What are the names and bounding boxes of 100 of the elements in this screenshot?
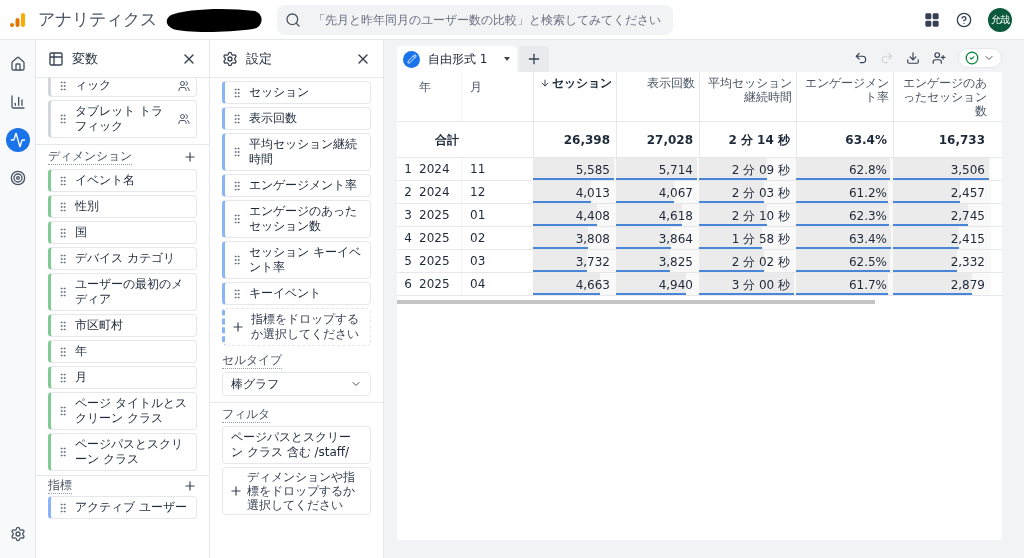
chip-label: 表示回数 [249,111,298,126]
drag-handle-icon[interactable] [57,113,69,125]
variable-chip[interactable]: ユーザーの最初のメディア [48,273,197,311]
drag-handle-icon[interactable] [57,252,69,265]
table-cell-text: 2024 [419,184,451,201]
variable-chip[interactable]: 国 [48,221,197,244]
variable-chip[interactable]: タブレット トラフィック [48,100,197,138]
chip-label: セッション キーイベント率 [249,245,362,275]
cell-type-dropdown[interactable]: 棒グラフ [222,372,371,396]
tab[interactable]: 自由形式 1 [397,46,517,72]
drag-handle-icon[interactable] [57,501,69,514]
chip-label: ィック [75,78,112,93]
row-number: 5 [403,253,413,270]
drag-handle-icon[interactable] [231,287,243,300]
table-cell-text: 3,864 [658,231,693,248]
column-header[interactable]: 表示回数 [616,72,699,121]
variable-chip[interactable]: セッション [222,81,371,104]
variable-chip[interactable]: 月 [48,366,197,389]
drag-handle-icon[interactable] [231,213,243,225]
variable-chip[interactable]: デバイス カテゴリ [48,247,197,270]
table-cell-text: 2,879 [950,277,985,294]
add-icon[interactable] [183,150,197,164]
variable-chip[interactable]: エンゲージのあったセッション数 [222,200,371,238]
table-cell-text: 61.7% [848,277,887,294]
variable-chip[interactable]: 市区町村 [48,314,197,337]
download-icon[interactable] [906,51,920,65]
column-header[interactable]: 月 [461,72,533,121]
table-cell-text: 4,663 [575,277,610,294]
table-cell-text: 5,585 [575,162,610,179]
table-cell-text: 4,408 [575,208,610,225]
panel-title: 変数 [72,49,98,68]
variable-chip[interactable]: 性別 [48,195,197,218]
add-icon [231,320,245,334]
caret-icon [503,55,511,63]
drag-handle-icon[interactable] [231,146,243,158]
row-number: 3 [403,207,413,224]
drag-handle-icon[interactable] [57,286,69,298]
variable-chip[interactable]: 表示回数 [222,107,371,130]
table-cell-text: 2,332 [950,254,985,271]
chip-label: タブレット トラフィック [75,104,164,134]
variable-chip[interactable]: 平均セッション継続時間 [222,133,371,171]
table-cell-text: 2,745 [950,208,985,225]
drag-handle-icon[interactable] [57,200,69,213]
home-icon[interactable] [9,56,26,72]
drag-handle-icon[interactable] [57,226,69,239]
chip-label: 平均セッション継続時間 [249,137,358,167]
chip-label: ページ タイトルとスクリーン クラス [75,396,188,426]
nav-button[interactable] [5,128,30,152]
variable-chip[interactable]: イベント名 [48,169,197,192]
table-cell-text: 2,457 [950,185,985,202]
settings-icon[interactable] [9,526,26,542]
chip-label: 年 [75,344,88,359]
add-tab-button[interactable] [519,46,549,72]
filter-chip[interactable]: ページパスとスクリーン クラス 含む /staff/ [222,426,371,464]
undo-icon[interactable] [854,51,868,65]
column-header[interactable]: エンゲージのあったセッション数 [893,72,991,121]
drag-handle-icon[interactable] [231,179,243,192]
total-label: 合計 [434,131,460,149]
row-number: 2 [403,184,413,201]
drag-handle-icon[interactable] [57,446,69,458]
table-cell-text: 2025 [419,207,451,224]
variable-chip[interactable]: ページ タイトルとスクリーン クラス [48,392,197,430]
search-field[interactable]: 「先月と昨年同月のユーザー数の比較」と検索してみてください [277,4,673,35]
panel-title: 設定 [246,49,272,68]
drag-handle-icon[interactable] [57,345,69,358]
search-placeholder: 「先月と昨年同月のユーザー数の比較」と検索してみてください [313,11,661,29]
share-icon[interactable] [932,51,946,65]
add-icon[interactable] [183,479,197,493]
drag-handle-icon[interactable] [57,405,69,417]
chip-label: 性別 [75,199,100,214]
variable-chip[interactable]: ページパスとスクリーン クラス [48,433,197,471]
variable-chip[interactable]: セッション キーイベント率 [222,241,371,279]
scrollbar[interactable] [397,300,875,304]
target-icon[interactable] [9,170,26,186]
column-header[interactable]: セッション [533,72,616,121]
variable-chip[interactable]: エンゲージメント率 [222,174,371,197]
avatar[interactable]: 允哉 [988,7,1012,32]
apps-icon[interactable] [924,11,940,28]
column-header[interactable]: エンゲージメント率 [796,72,893,121]
variable-chip[interactable]: ィック [48,78,197,97]
drag-handle-icon[interactable] [57,319,69,332]
variable-chip[interactable]: キーイベント [222,282,371,305]
drag-handle-icon[interactable] [231,254,243,266]
help-icon[interactable] [956,11,972,28]
table-cell-text: 2025 [419,253,451,270]
drag-handle-icon[interactable] [57,371,69,384]
bar-chart-icon[interactable] [9,94,26,110]
variable-chip[interactable]: 年 [48,340,197,363]
column-header[interactable]: 平均セッション継続時間 [699,72,796,121]
drag-handle-icon[interactable] [231,112,243,125]
column-header[interactable]: 年 [419,72,461,121]
status-button[interactable] [958,48,1002,68]
drag-handle-icon[interactable] [57,174,69,187]
drop-zone[interactable]: ディメンションや指標をドロップするか選択してください [222,467,371,515]
drag-handle-icon[interactable] [57,79,69,92]
pulse-icon [9,132,26,148]
users-icon [178,113,190,125]
drop-zone[interactable]: 指標をドロップするか選択してください [222,308,371,346]
drag-handle-icon[interactable] [231,86,243,99]
variable-chip[interactable]: アクティブ ユーザー [48,496,197,519]
